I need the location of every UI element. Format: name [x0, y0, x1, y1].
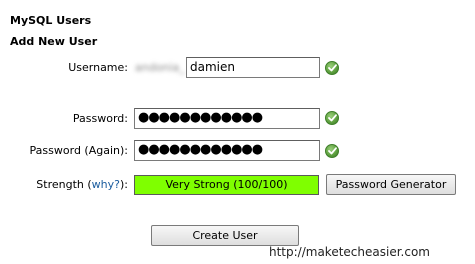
strength-label-start: Strength (: [36, 178, 92, 191]
password-generator-button[interactable]: Password Generator: [326, 174, 456, 195]
username-prefix: andonia_: [135, 61, 185, 74]
section-subtitle: Add New User: [10, 35, 98, 48]
strength-label: Strength (why?):: [36, 178, 128, 191]
username-label: Username:: [68, 61, 128, 74]
password-valid-icon: [325, 111, 339, 125]
why-link[interactable]: why?: [92, 178, 120, 191]
section-title: MySQL Users: [10, 14, 92, 27]
create-user-button[interactable]: Create User: [151, 225, 299, 246]
password-again-valid-icon: [325, 144, 339, 158]
password-again-label: Password (Again):: [29, 144, 128, 157]
password-again-input[interactable]: ●●●●●●●●●●●●: [134, 140, 320, 161]
password-label: Password:: [72, 112, 128, 125]
watermark-text: http://maketecheasier.com: [269, 245, 430, 259]
strength-meter: Very Strong (100/100): [134, 175, 319, 195]
username-input[interactable]: damien: [186, 57, 320, 78]
strength-value: Very Strong (100/100): [165, 178, 288, 191]
strength-label-end: ):: [120, 178, 128, 191]
password-input[interactable]: ●●●●●●●●●●●●: [134, 108, 320, 129]
username-valid-icon: [325, 61, 339, 75]
